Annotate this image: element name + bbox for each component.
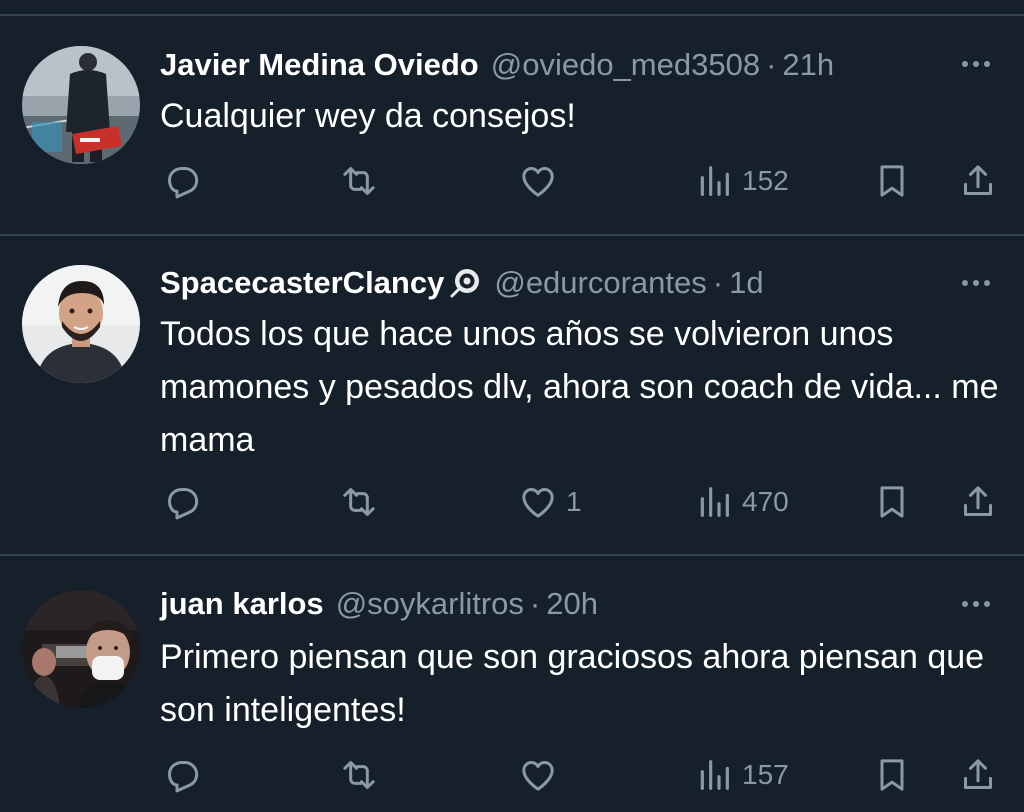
more-dots-icon [962, 280, 990, 286]
retweet-button[interactable] [338, 158, 380, 204]
like-button[interactable]: 1 [518, 479, 582, 525]
retweet-icon [343, 761, 375, 789]
avatar[interactable] [22, 46, 140, 164]
reply-icon [168, 761, 199, 793]
view-count: 152 [742, 165, 789, 196]
more-options-button[interactable] [956, 263, 996, 303]
tweet-header: Javier Medina Oviedo @oviedo_med3508 · 2… [160, 45, 834, 85]
bookmark-button[interactable] [872, 158, 912, 204]
views-bar-chart-icon [700, 166, 729, 196]
timestamp[interactable]: 1d [729, 265, 763, 301]
avatar[interactable] [22, 265, 140, 383]
timestamp[interactable]: 21h [782, 47, 834, 83]
view-count: 470 [742, 486, 789, 517]
reply-button[interactable] [162, 479, 202, 525]
top-divider [0, 14, 1024, 16]
bookmark-icon [880, 165, 904, 197]
heart-icon [522, 488, 554, 518]
views-bar-chart-icon [700, 487, 729, 517]
like-button[interactable] [518, 158, 566, 204]
views-bar-chart-icon [700, 760, 729, 790]
share-button[interactable] [958, 479, 998, 525]
tweet-text: Todos los que hace unos años se volviero… [160, 315, 999, 459]
separator-dot: · [712, 265, 724, 300]
share-button[interactable] [958, 752, 998, 798]
tweet-text: Cualquier wey da consejos! [160, 97, 576, 135]
display-name[interactable]: juan karlos [160, 586, 324, 622]
retweet-button[interactable] [338, 752, 380, 798]
heart-icon [522, 167, 554, 197]
more-options-button[interactable] [956, 584, 996, 624]
reply-icon [168, 488, 199, 520]
views-button[interactable]: 152 [694, 158, 789, 204]
tweet-header: juan karlos @soykarlitros · 20h [160, 584, 598, 624]
share-icon [964, 759, 992, 789]
tweet-text: Primero piensan que son graciosos ahora … [160, 638, 985, 729]
tweet-actions: 152 [0, 158, 1024, 204]
more-options-button[interactable] [956, 44, 996, 84]
share-icon [964, 165, 992, 195]
bookmark-button[interactable] [872, 752, 912, 798]
bookmark-icon [880, 759, 904, 791]
share-button[interactable] [958, 158, 998, 204]
user-handle[interactable]: @soykarlitros [336, 586, 524, 622]
user-handle[interactable]: @oviedo_med3508 [491, 47, 760, 83]
tweet-divider [0, 554, 1024, 556]
like-button[interactable] [518, 752, 566, 798]
display-name[interactable]: Javier Medina Oviedo [160, 47, 479, 83]
reply-icon [168, 167, 199, 199]
bookmark-icon [880, 486, 904, 518]
timestamp[interactable]: 20h [546, 586, 598, 622]
views-button[interactable]: 157 [694, 752, 789, 798]
display-name[interactable]: SpacecasterClancy [160, 265, 444, 301]
like-count: 1 [566, 486, 582, 517]
more-dots-icon [962, 601, 990, 607]
user-handle[interactable]: @edurcorantes [494, 265, 706, 301]
tweet-actions: 157 [0, 752, 1024, 798]
tweet-divider [0, 234, 1024, 236]
tweet-actions: 1 470 [0, 479, 1024, 525]
retweet-icon [343, 488, 375, 516]
separator-dot: · [529, 586, 541, 621]
more-dots-icon [962, 61, 990, 67]
eye-badge-icon [448, 266, 482, 300]
view-count: 157 [742, 759, 789, 790]
heart-icon [522, 761, 554, 791]
reply-button[interactable] [162, 158, 202, 204]
tweet-header: SpacecasterClancy @edurcorantes · 1d [160, 263, 764, 303]
bookmark-button[interactable] [872, 479, 912, 525]
retweet-icon [343, 167, 375, 195]
views-button[interactable]: 470 [694, 479, 789, 525]
avatar[interactable] [22, 590, 140, 708]
share-icon [964, 486, 992, 516]
separator-dot: · [766, 47, 777, 82]
retweet-button[interactable] [338, 479, 380, 525]
reply-button[interactable] [162, 752, 202, 798]
